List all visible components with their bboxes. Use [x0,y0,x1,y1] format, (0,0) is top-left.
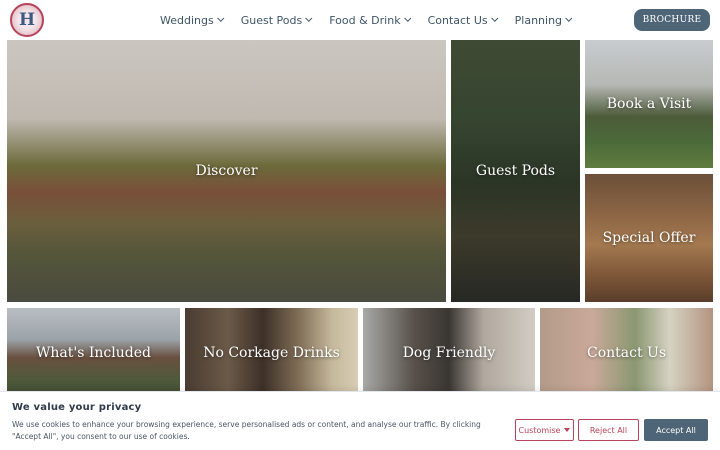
tile-guest-pods[interactable]: Guest Pods [451,40,580,302]
caret-down-icon [564,428,571,432]
chevron-down-icon [305,14,313,22]
main-nav: Weddings Guest Pods Food & Drink Contact… [160,0,589,40]
tile-special-offer[interactable]: Special Offer [585,174,713,302]
tile-caption: No Corkage Drinks [203,345,340,361]
tile-caption: Contact Us [586,345,667,361]
tile-whats-included[interactable]: What's Included [7,308,180,398]
tile-caption: Discover [195,163,258,179]
accept-all-button[interactable]: Accept All [644,419,708,441]
tile-caption: Special Offer [602,230,696,246]
customise-label: Customise [518,425,561,435]
site-logo[interactable]: H [10,3,44,37]
cookie-title: We value your privacy [12,402,142,413]
logo-letter: H [18,10,36,30]
tile-caption: What's Included [36,345,151,361]
brochure-button[interactable]: BROCHURE [634,9,710,31]
tile-book-a-visit[interactable]: Book a Visit [585,40,713,168]
chevron-down-icon [403,14,411,22]
tile-caption: Book a Visit [606,96,692,112]
page: H Weddings Guest Pods Food & Drink Conta… [0,0,720,450]
nav-item-planning[interactable]: Planning [514,13,573,27]
chevron-down-icon [216,14,225,22]
nav-item-food-drink[interactable]: Food & Drink [329,13,411,27]
nav-label: Guest Pods [240,13,303,27]
tile-dog-friendly[interactable]: Dog Friendly [363,308,535,398]
nav-label: Food & Drink [329,13,401,27]
tile-caption: Guest Pods [475,163,556,179]
customise-button[interactable]: Customise [515,419,574,441]
nav-item-contact-us[interactable]: Contact Us [428,14,498,27]
tile-discover[interactable]: Discover [7,40,446,302]
nav-label: Weddings [160,13,214,27]
chevron-down-icon [565,14,573,22]
chevron-down-icon [490,14,498,22]
tile-caption: Dog Friendly [402,345,496,361]
site-header: H Weddings Guest Pods Food & Drink Conta… [0,0,720,40]
nav-label: Contact Us [427,13,488,27]
nav-item-weddings[interactable]: Weddings [160,13,225,27]
nav-item-guest-pods[interactable]: Guest Pods [241,14,313,27]
cookie-text: We use cookies to enhance your browsing … [12,420,481,441]
nav-label: Planning [514,13,563,27]
reject-all-button[interactable]: Reject All [578,419,639,441]
tile-contact-us[interactable]: Contact Us [540,308,713,398]
tile-no-corkage-drinks[interactable]: No Corkage Drinks [185,308,358,398]
